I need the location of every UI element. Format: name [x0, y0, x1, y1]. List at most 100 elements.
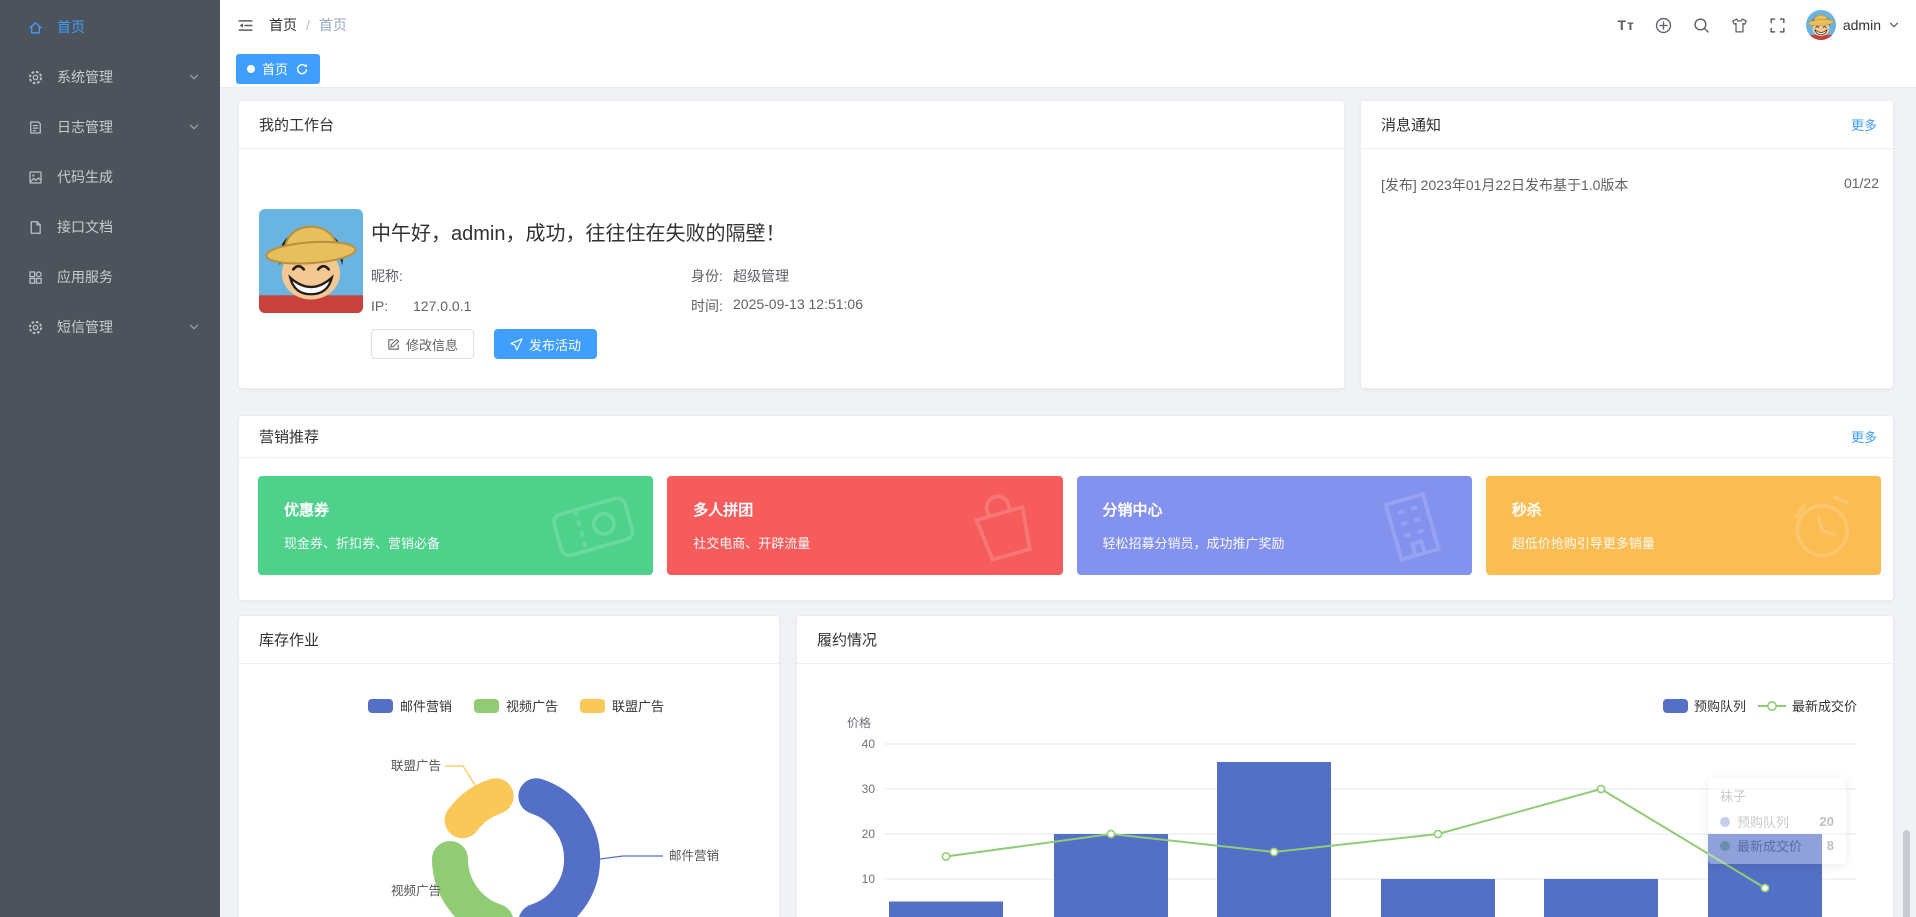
svg-text:最新成交价: 最新成交价 [1792, 699, 1857, 714]
collapse-sidebar-icon[interactable] [236, 16, 255, 35]
coupon-icon [536, 476, 650, 575]
workspace-fields: 昵称: 身份: 超级管理 IP: 127.0.0.1 时间: 2025-09-1… [371, 261, 863, 321]
bar-4[interactable] [1544, 879, 1658, 917]
donut-slice-0[interactable] [518, 778, 601, 917]
theme-icon[interactable] [1730, 16, 1749, 35]
codegen-icon [26, 168, 44, 186]
field-nickname: 昵称: [371, 268, 403, 284]
marketing-card-header: 营销推荐 更多 [239, 416, 1893, 458]
sidebar-item-label: 接口文档 [57, 219, 113, 235]
sidebar-item-0[interactable]: 首页 [0, 2, 220, 52]
sidebar-item-2[interactable]: 日志管理 [0, 102, 220, 152]
donut-slice-2[interactable] [444, 778, 514, 839]
line-point-5[interactable] [1760, 883, 1770, 893]
chevron-down-icon [1888, 19, 1900, 31]
breadcrumb-item-current: 首页 [318, 17, 347, 33]
donut-label-0: 邮件营销 [669, 849, 719, 863]
sidebar: 首页系统管理日志管理代码生成接口文档应用服务 短信管理 [0, 0, 220, 917]
sidebar-item-1[interactable]: 系统管理 [0, 52, 220, 102]
legend-bar-series[interactable]: 预购队列 [1663, 699, 1746, 714]
sidebar-item-label: 首页 [57, 19, 85, 35]
main-area: 首页 / 首页 Tт admin 首页 我的工作台 中午好，admin，成功，往… [220, 0, 1916, 917]
marketing-card-0[interactable]: 优惠券 现金券、折扣券、营销必备 [258, 476, 654, 575]
legend-item-0[interactable]: 邮件营销 [368, 699, 452, 714]
publish-activity-button[interactable]: 发布活动 [494, 329, 598, 359]
edit-icon [387, 338, 400, 351]
sidebar-item-6[interactable]: 短信管理 [0, 302, 220, 352]
edit-info-button[interactable]: 修改信息 [371, 329, 475, 359]
tab-label: 首页 [262, 62, 289, 77]
user-avatar-large [259, 209, 363, 313]
marketing-card-1[interactable]: 多人拼团 社交电商、开辟流量 [667, 476, 1063, 575]
line-point-4[interactable] [1596, 784, 1606, 794]
tab-home[interactable]: 首页 [236, 53, 321, 84]
y-tick: 10 [862, 872, 876, 886]
breadcrumb-item-home[interactable]: 首页 [269, 15, 297, 35]
chevron-down-icon [188, 121, 200, 133]
gear-icon [26, 68, 44, 86]
bar-1[interactable] [1054, 834, 1168, 917]
user-menu[interactable]: admin [1805, 10, 1900, 40]
notice-card-header: 消息通知 更多 [1361, 101, 1893, 149]
sms-gear-icon [26, 318, 44, 336]
legend-line-series[interactable]: 最新成交价 [1758, 699, 1857, 714]
notice-list: [发布] 2023年01月22日发布基于1.0版本 01/22 [1361, 175, 1893, 195]
line-point-1[interactable] [1106, 829, 1116, 839]
tab-active-dot [247, 64, 255, 73]
scrollbar-thumb[interactable] [1903, 830, 1910, 917]
fulfillment-bar-chart: 40 30 20 10 价格 预购队列 最新成交价 [847, 699, 1857, 917]
row-marketing: 营销推荐 更多 优惠券 现金券、折扣券、营销必备 多人拼团 社交电商、开辟流量 分销中心… [238, 415, 1894, 601]
bar-2[interactable] [1217, 762, 1331, 917]
avatar [1805, 10, 1836, 40]
line-point-2[interactable] [1269, 847, 1279, 857]
field-ip: IP: 127.0.0.1 [371, 298, 472, 314]
font-size-icon[interactable]: Tт [1617, 17, 1634, 33]
svg-text:邮件营销: 邮件营销 [400, 699, 452, 714]
sidebar-item-4[interactable]: 接口文档 [0, 202, 220, 252]
breadcrumb-separator: / [306, 17, 310, 33]
bar-5[interactable] [1708, 834, 1822, 917]
y-tick: 20 [862, 827, 876, 841]
greeting-text: 中午好，admin，成功，往往住在失败的隔壁！ [371, 223, 786, 245]
sidebar-item-label: 日志管理 [57, 119, 113, 135]
line-point-0[interactable] [941, 852, 951, 861]
notice-title: 消息通知 [1381, 117, 1442, 134]
chevron-down-icon [188, 321, 200, 333]
breadcrumb: 首页 / 首页 [269, 15, 347, 35]
marketing-card-2[interactable]: 分销中心 轻松招募分销员，成功推广奖励 [1076, 476, 1472, 575]
donut-label-1: 视频广告 [391, 883, 441, 898]
marketing-title: 营销推荐 [259, 429, 320, 446]
clock-icon [1764, 476, 1878, 575]
field-time: 时间: 2025-09-13 12:51:06 [691, 296, 863, 314]
inventory-title: 库存作业 [259, 632, 320, 649]
bar-3[interactable] [1381, 879, 1495, 917]
topbar: 首页 / 首页 Tт admin [220, 0, 1916, 50]
y-tick: 30 [862, 782, 876, 796]
row-charts: 库存作业 邮件营销 视频广告 联盟广告 邮件营销 视频广告 联盟广告 履约情况 40 30 2… [238, 615, 1894, 917]
row-top: 我的工作台 中午好，admin，成功，往往住在失败的隔壁！ 昵称: 身份: 超级… [238, 100, 1894, 389]
notice-item[interactable]: [发布] 2023年01月22日发布基于1.0版本 01/22 [1361, 175, 1893, 195]
marketing-more-link[interactable]: 更多 [1851, 427, 1877, 446]
fulfillment-card-header: 履约情况 [797, 616, 1893, 664]
building-icon [1355, 476, 1469, 575]
fullscreen-icon[interactable] [1768, 16, 1787, 35]
sidebar-item-5[interactable]: 应用服务 [0, 252, 220, 302]
notice-more-link[interactable]: 更多 [1851, 115, 1877, 134]
search-icon[interactable] [1692, 16, 1711, 35]
sidebar-item-3[interactable]: 代码生成 [0, 152, 220, 202]
line-point-3[interactable] [1433, 829, 1443, 839]
bar-0[interactable] [889, 901, 1003, 917]
donut-slice-1[interactable] [432, 841, 513, 917]
marketing-card: 营销推荐 更多 优惠券 现金券、折扣券、营销必备 多人拼团 社交电商、开辟流量 分销中心… [238, 415, 1894, 601]
notice-item-text: [发布] 2023年01月22日发布基于1.0版本 [1381, 177, 1629, 193]
legend-item-2[interactable]: 联盟广告 [580, 699, 664, 714]
inventory-card: 库存作业 邮件营销 视频广告 联盟广告 邮件营销 视频广告 联盟广告 [238, 615, 780, 917]
notice-card: 消息通知 更多 [发布] 2023年01月22日发布基于1.0版本 01/22 [1360, 100, 1894, 389]
topbar-actions: Tт admin [1617, 10, 1900, 40]
marketing-card-3[interactable]: 秒杀 超低价抢购引导更多销量 [1485, 476, 1881, 575]
refresh-icon[interactable] [295, 62, 309, 76]
field-identity: 身份: 超级管理 [691, 268, 789, 284]
locale-icon[interactable] [1654, 16, 1673, 35]
fulfillment-card: 履约情况 40 30 20 10 价格 预购队列 最新成交价 袜子 预购队列 20 最新成交价 8 [796, 615, 1894, 917]
legend-item-1[interactable]: 视频广告 [474, 699, 558, 714]
